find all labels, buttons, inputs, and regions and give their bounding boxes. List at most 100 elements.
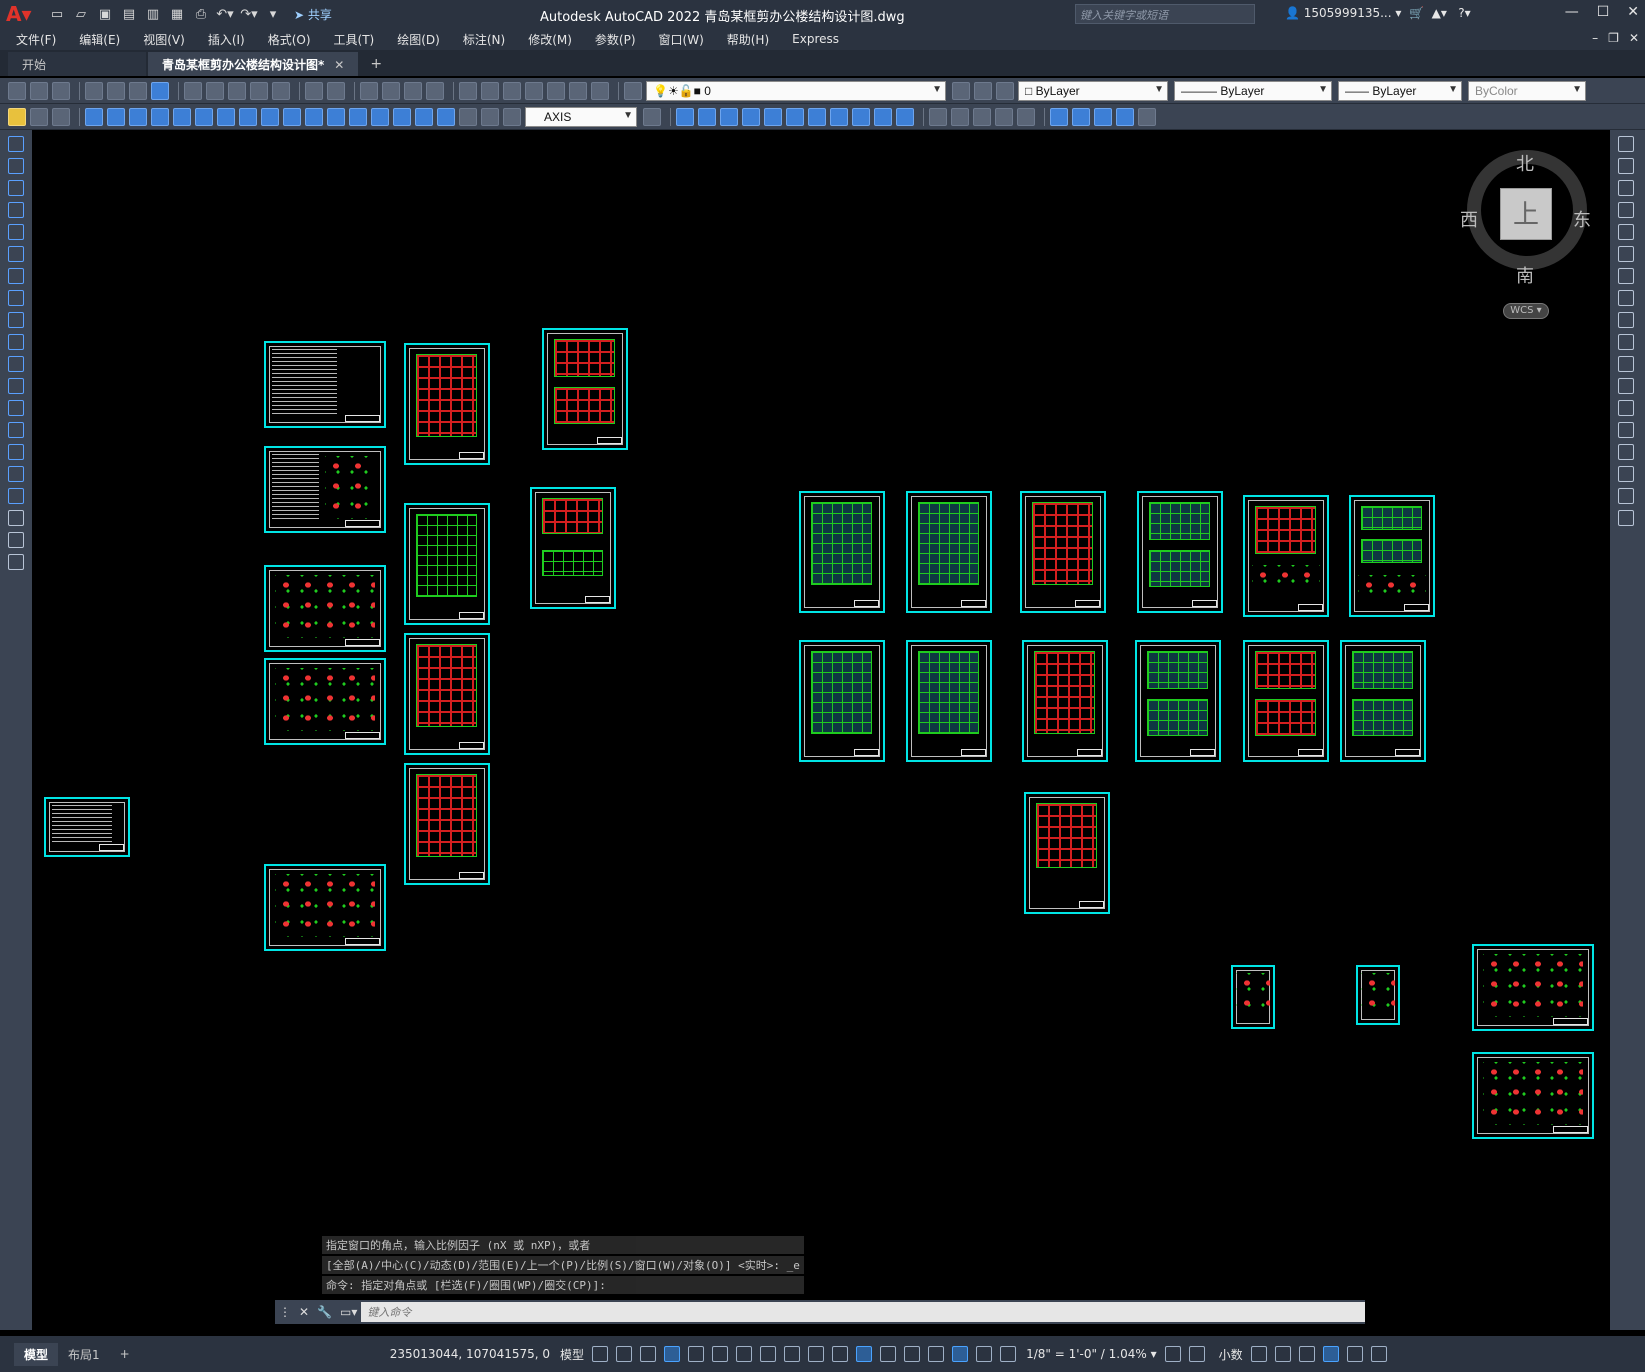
point-icon[interactable] (8, 422, 24, 438)
point-icon[interactable] (1094, 107, 1112, 126)
menu-dimension[interactable]: 标注(N) (463, 31, 505, 48)
drawing-sheet[interactable] (1243, 640, 1329, 762)
markup-icon[interactable] (547, 81, 565, 100)
add-selected-icon[interactable] (8, 554, 24, 570)
publish-icon[interactable] (129, 81, 147, 100)
ellipse-arc-icon[interactable] (8, 356, 24, 372)
polar-tracking-icon[interactable] (688, 1346, 705, 1362)
trim-icon[interactable] (874, 107, 892, 126)
drawing-sheet[interactable] (264, 341, 386, 428)
units-dropdown[interactable]: 小数 (1219, 1346, 1243, 1363)
dimension-update-icon[interactable] (503, 107, 521, 126)
region-icon[interactable] (1138, 107, 1156, 126)
menu-format[interactable]: 格式(O) (268, 31, 311, 48)
dimension-edit-icon[interactable] (459, 107, 477, 126)
ortho-icon[interactable] (664, 1346, 681, 1362)
layer-state-icon[interactable] (996, 81, 1014, 100)
drawing-sheet[interactable] (404, 503, 490, 625)
new-icon[interactable]: ▭ (48, 5, 66, 23)
make-current-layer-icon[interactable] (952, 81, 970, 100)
menu-tools[interactable]: 工具(T) (334, 31, 375, 48)
erase-icon[interactable] (676, 107, 694, 126)
lineweight-icon[interactable] (784, 1346, 801, 1362)
publish-icon[interactable]: ▥ (144, 5, 162, 23)
drawing-sheet[interactable] (542, 328, 628, 450)
drawing-sheet[interactable] (404, 763, 490, 885)
zoom-realtime-icon[interactable] (382, 81, 400, 100)
match-properties-icon[interactable] (250, 81, 268, 100)
new-icon[interactable] (8, 81, 26, 100)
customize-icon[interactable]: 🔧 (317, 1305, 332, 1319)
fillet-icon[interactable] (995, 107, 1013, 126)
isometric-icon[interactable] (712, 1346, 729, 1362)
menu-draw[interactable]: 绘图(D) (397, 31, 440, 48)
ordinate-dimension-icon[interactable] (151, 107, 169, 126)
3d-dwf-icon[interactable] (151, 81, 169, 100)
circle-icon[interactable] (8, 268, 24, 284)
infer-constraints-icon[interactable] (640, 1346, 657, 1362)
lock-ui-icon[interactable] (1274, 1346, 1291, 1362)
rotate-icon[interactable] (1618, 268, 1634, 284)
dimension-style-dropdown[interactable]: AXIS ▼ (525, 106, 637, 127)
fillet-icon[interactable] (1618, 466, 1634, 482)
drawing-sheet[interactable] (1349, 495, 1435, 617)
3d-object-snap-icon[interactable] (856, 1346, 873, 1362)
dimension-space-icon[interactable] (327, 107, 345, 126)
offset-icon[interactable] (742, 107, 760, 126)
gizmo-icon[interactable] (928, 1346, 945, 1362)
trim-icon[interactable] (1618, 334, 1634, 350)
baseline-dimension-icon[interactable] (283, 107, 301, 126)
continue-dimension-icon[interactable] (305, 107, 323, 126)
grid-icon[interactable] (592, 1346, 609, 1362)
construction-line-icon[interactable] (8, 158, 24, 174)
mirror-icon[interactable] (1618, 180, 1634, 196)
stretch-icon[interactable] (1618, 312, 1634, 328)
isolate-objects-icon[interactable] (1298, 1346, 1315, 1362)
make-block-icon[interactable] (1072, 107, 1090, 126)
hatch-icon[interactable] (8, 444, 24, 460)
stretch-icon[interactable] (852, 107, 870, 126)
transparency-icon[interactable] (808, 1346, 825, 1362)
save-as-icon[interactable]: ▤ (120, 5, 138, 23)
drawing-sheet[interactable] (44, 797, 130, 857)
tab-model[interactable]: 模型 (14, 1342, 59, 1366)
break-at-point-icon[interactable] (1618, 378, 1634, 394)
tab-close-icon[interactable]: ✕ (334, 58, 344, 72)
drawing-sheet[interactable] (264, 446, 386, 533)
search-input[interactable]: 键入关键字或短语 (1075, 4, 1255, 24)
make-block-icon[interactable] (8, 400, 24, 416)
chamfer-icon[interactable] (1618, 444, 1634, 460)
selection-filter-icon[interactable] (904, 1346, 921, 1362)
color-dropdown[interactable]: □ ByLayer ▼ (1018, 80, 1168, 101)
gradient-icon[interactable] (8, 466, 24, 482)
drawing-sheet[interactable] (1243, 495, 1329, 617)
new-tab-button[interactable]: + (360, 52, 392, 76)
drawing-sheet[interactable] (1472, 944, 1594, 1031)
quick-dimension-icon[interactable] (261, 107, 279, 126)
erase-icon[interactable] (1618, 136, 1634, 152)
tab-layout1[interactable]: 布局1 (58, 1343, 110, 1366)
drawing-sheet[interactable] (1231, 965, 1275, 1029)
help-icon[interactable] (591, 81, 609, 100)
doc-minimize-icon[interactable]: – (1592, 31, 1598, 45)
drawing-canvas[interactable] (32, 130, 1610, 1330)
redo-icon[interactable] (327, 81, 345, 100)
drawing-sheet[interactable] (1137, 491, 1223, 613)
quick-properties-icon[interactable] (1250, 1346, 1267, 1362)
drawing-sheet[interactable] (404, 633, 490, 755)
linear-dimension-icon[interactable] (85, 107, 103, 126)
insert-block-icon[interactable] (1050, 107, 1068, 126)
zoom-window-icon[interactable] (404, 81, 422, 100)
insert-block-icon[interactable] (8, 378, 24, 394)
workspace-switch-icon[interactable] (1164, 1346, 1181, 1362)
redo-icon[interactable]: ↷▾ (240, 5, 258, 23)
recent-commands-icon[interactable]: ▭▾ (340, 1305, 357, 1319)
scale-icon[interactable] (1618, 290, 1634, 306)
tolerance-icon[interactable] (371, 107, 389, 126)
compass-north[interactable]: 北 (1516, 150, 1534, 176)
move-icon[interactable] (786, 107, 804, 126)
explode-icon[interactable] (1618, 510, 1634, 526)
linetype-dropdown[interactable]: ——— ByLayer ▼ (1174, 80, 1332, 101)
array-icon[interactable] (1618, 224, 1634, 240)
rectangle-icon[interactable] (8, 224, 24, 240)
